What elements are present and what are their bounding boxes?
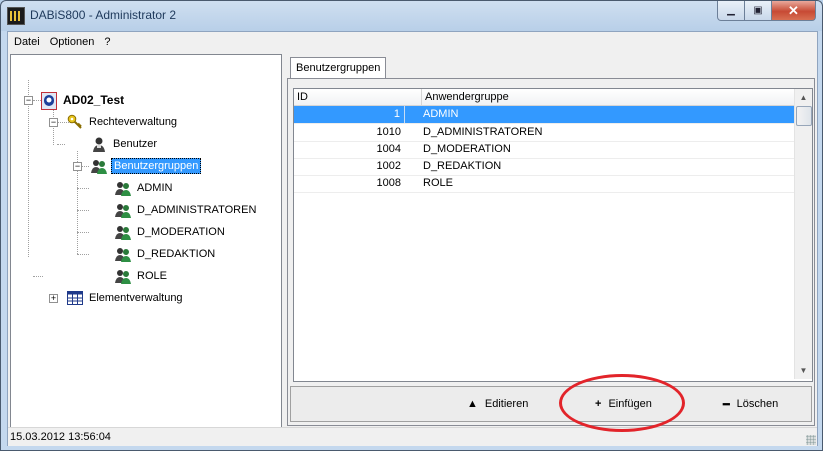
cell-id: 1004 [376,143,401,155]
scroll-thumb[interactable] [796,106,812,126]
edit-button-label: Editieren [484,398,529,410]
status-datetime: 15.03.2012 13:56:04 [10,431,111,443]
table-row[interactable]: 1010 D_ADMINISTRATOREN [294,124,794,142]
close-button[interactable]: ✕ [771,1,816,21]
user-group-icon [115,224,131,240]
tree-node-group[interactable]: ROLE [115,266,169,286]
tree-node-group[interactable]: D_MODERATION [115,222,227,242]
action-bar: ▲ Editieren + Einfügen ━ Löschen [290,386,812,422]
delete-button[interactable]: ━ Löschen [723,395,778,413]
app-icon[interactable] [7,7,25,25]
tree-node-rechteverwaltung[interactable]: Rechteverwaltung [67,112,179,132]
column-header-id[interactable]: ID [294,89,308,105]
user-group-icon [91,158,107,174]
user-group-icon [115,268,131,284]
cell-id: 1010 [376,126,401,138]
annotation-highlight-circle [559,374,685,432]
table-row[interactable]: 1008 ROLE [294,175,794,193]
tree-group-label: ADMIN [137,182,173,194]
cell-id: 1008 [376,177,401,189]
table-icon [67,290,83,306]
cell-name: D_ADMINISTRATOREN [423,126,543,138]
tree-elementverwaltung-label: Elementverwaltung [89,292,183,304]
arrow-up-icon: ▲ [467,398,478,410]
minus-icon: ━ [723,398,730,411]
table-row[interactable]: 1002 D_REDAKTION [294,158,794,176]
user-group-icon [115,202,131,218]
tree-group-label: D_REDAKTION [137,248,216,260]
scroll-up-icon[interactable]: ▲ [795,89,812,106]
tab-content: ID Anwendergruppe 1 ADMIN 1010 D_ADMINIS… [287,78,815,426]
table-row[interactable]: 1004 D_MODERATION [294,141,794,159]
cell-name: ADMIN [423,108,459,120]
tree-node-elementverwaltung[interactable]: Elementverwaltung [67,288,185,308]
tree-benutzer-label: Benutzer [113,138,158,150]
app-window: DABiS800 - Administrator 2 ▁ ▣ ✕ Datei O… [0,0,823,451]
cell-id: 1002 [376,160,401,172]
tree-node-benutzer[interactable]: Benutzer [91,134,159,154]
user-group-icon [115,246,131,262]
elementverwaltung-expander[interactable]: + [49,294,58,303]
tab-benutzergruppen[interactable]: Benutzergruppen [290,57,387,78]
tree-rechteverwaltung-label: Rechteverwaltung [89,116,178,128]
tree-node-group[interactable]: D_REDAKTION [115,244,217,264]
cell-name: D_MODERATION [423,143,511,155]
tree-node-group[interactable]: ADMIN [115,178,174,198]
benutzergruppen-expander[interactable]: − [73,162,82,171]
minimize-button[interactable]: ▁ [717,1,745,21]
groups-table[interactable]: ID Anwendergruppe 1 ADMIN 1010 D_ADMINIS… [293,88,813,382]
user-group-icon [115,180,131,196]
menu-datei[interactable]: Datei [10,36,44,48]
delete-button-label: Löschen [736,398,779,410]
table-scrollbar[interactable]: ▲ ▼ [794,89,812,379]
tree-node-group[interactable]: D_ADMINISTRATOREN [115,200,258,220]
window-title: DABiS800 - Administrator 2 [30,8,177,22]
client-area: Datei Optionen ? − AD02_Test − Rechtever… [7,31,818,446]
tree-node-benutzergruppen[interactable]: Benutzergruppen [91,156,202,176]
column-header-anwendergruppe[interactable]: Anwendergruppe [422,89,509,105]
content-panel: Benutzergruppen ID Anwendergruppe 1 ADMI… [287,54,815,426]
menu-help[interactable]: ? [100,36,114,48]
tree-group-label: D_ADMINISTRATOREN [137,204,257,216]
title-bar[interactable]: DABiS800 - Administrator 2 ▁ ▣ ✕ [1,1,822,31]
cell-name: ROLE [423,177,453,189]
status-bar: 15.03.2012 13:56:04 [8,427,817,446]
cell-name: D_REDAKTION [423,160,502,172]
menu-bar: Datei Optionen ? [8,32,817,52]
tree-group-label: D_MODERATION [137,226,225,238]
tree-root-label: AD02_Test [63,93,125,107]
restore-button[interactable]: ▣ [744,1,772,21]
scroll-down-icon[interactable]: ▼ [795,362,812,379]
tree-group-label: ROLE [137,270,167,282]
root-expander[interactable]: − [24,96,33,105]
tree-benutzergruppen-label: Benutzergruppen [111,158,202,174]
resize-grip-icon[interactable] [806,435,816,445]
key-icon [67,114,83,130]
table-row[interactable]: 1 ADMIN [294,106,794,124]
navigation-tree[interactable]: − AD02_Test − Rechteverwaltung Benutzer … [10,54,282,428]
menu-optionen[interactable]: Optionen [46,36,99,48]
table-header: ID Anwendergruppe [294,89,794,106]
cell-id: 1 [294,106,405,123]
database-icon [41,92,57,110]
tree-node-root[interactable]: AD02_Test [41,90,126,110]
user-icon [91,136,107,152]
rechteverwaltung-expander[interactable]: − [49,118,58,127]
edit-button[interactable]: ▲ Editieren [467,395,528,413]
